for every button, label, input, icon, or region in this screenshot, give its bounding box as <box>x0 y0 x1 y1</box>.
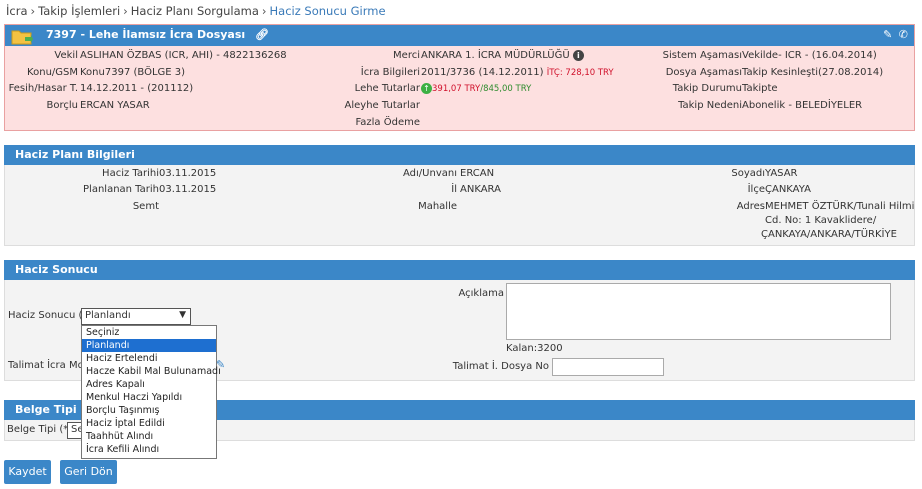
adi-label: Adı/Unvanı <box>403 168 457 179</box>
talimat-dosya-input[interactable] <box>552 358 664 376</box>
plan-header: Haciz Planı Bilgileri <box>4 145 915 165</box>
header-actions: ✎ ✆ <box>883 28 908 41</box>
breadcrumb-separator: › <box>123 4 128 18</box>
konu-value: Konu7397 (BÖLGE 3) <box>80 67 186 78</box>
breadcrumb: İcra › Takip İşlemleri › Haciz Planı Sorgula… <box>6 4 386 18</box>
ilce-value: ÇANKAYA <box>765 184 811 195</box>
save-button[interactable]: Kaydet <box>4 460 51 484</box>
aciklama-label: Açıklama <box>458 288 504 299</box>
itc-value: İTÇ: 728,10 TRY <box>546 68 614 78</box>
breadcrumb-icra[interactable]: İcra <box>6 4 28 18</box>
breadcrumb-current: Haciz Sonucu Girme <box>269 4 386 18</box>
merci-text: ANKARA 1. İCRA MÜDÜRLÜĞÜ <box>421 50 570 61</box>
haciz-sonucu-dropdown: Seçiniz Planlandı Haciz Ertelendi Hacze … <box>81 325 221 459</box>
breadcrumb-takip[interactable]: Takip İşlemleri <box>38 4 120 18</box>
dropdown-option-selected[interactable]: Planlandı <box>82 339 216 352</box>
soyadi-value: YASAR <box>765 168 798 179</box>
case-title: 7397 - Lehe İlamsız İcra Dosyası 🔗︎ <box>46 28 269 41</box>
icra-text: 2011/3736 (14.12.2011) <box>421 67 544 78</box>
icra-value: 2011/3736 (14.12.2011) İTÇ: 728,10 TRY <box>421 67 614 78</box>
dropdown-option[interactable]: Hacze Kabil Mal Bulunamadı <box>82 365 221 378</box>
adi-value: ERCAN <box>460 168 495 179</box>
haciz-tarihi-label: Haciz Tarihi <box>102 168 159 179</box>
planlanan-label: Planlanan Tarih <box>83 184 159 195</box>
dosya-label: Dosya Aşaması <box>665 67 742 78</box>
breadcrumb-separator: › <box>261 4 267 18</box>
info-icon[interactable]: i <box>572 50 584 61</box>
case-title-text: 7397 - Lehe İlamsız İcra Dosyası <box>46 28 246 41</box>
breadcrumb-sorgulama[interactable]: Haciz Planı Sorgulama <box>131 4 259 18</box>
case-summary: 7397 - Lehe İlamsız İcra Dosyası 🔗︎ ✎ ✆ … <box>4 24 915 131</box>
chevron-down-icon: ▼ <box>179 310 186 320</box>
lehe-value2: /845,00 TRY <box>480 84 532 94</box>
icra-label: İcra Bilgileri <box>360 67 420 78</box>
fesih-label: Fesih/Hasar T. <box>8 83 78 94</box>
semt-label: Semt <box>132 201 159 212</box>
durum-value: Takipte <box>742 83 778 94</box>
haciz-tarihi-value: 03.11.2015 <box>159 168 217 179</box>
planlanan-value: 03.11.2015 <box>159 184 217 195</box>
neden-value: Abonelik - BELEDİYELER <box>742 100 863 111</box>
arrow-up-icon: ↑ <box>421 83 432 94</box>
merci-value: ANKARA 1. İCRA MÜDÜRLÜĞÜ i <box>421 50 584 61</box>
soyadi-label: Soyadı <box>731 168 765 179</box>
link-icon[interactable]: 🔗︎ <box>255 28 269 41</box>
plan-body: Haciz Tarihi 03.11.2015 Planlanan Tarih … <box>4 165 915 246</box>
lehe-label: Lehe Tutarlar <box>354 83 420 94</box>
edit-icon[interactable]: ✎ <box>883 28 892 41</box>
borclu-label: Borçlu <box>46 100 78 111</box>
sonuc-header: Haciz Sonucu <box>4 260 915 280</box>
sistem-label: Sistem Aşaması <box>662 50 742 61</box>
phone-icon[interactable]: ✆ <box>899 28 908 41</box>
back-button[interactable]: Geri Dön <box>60 460 117 484</box>
adres-line1: MEHMET ÖZTÜRK/Tunali Hilmi <box>765 201 915 212</box>
dropdown-option[interactable]: Haciz Ertelendi <box>82 352 216 365</box>
talimat-md-label: Talimat İcra Md. <box>8 360 88 371</box>
durum-label: Takip Durumu <box>672 83 742 94</box>
ilce-label: İlçe <box>747 184 765 195</box>
case-header: 7397 - Lehe İlamsız İcra Dosyası 🔗︎ ✎ ✆ <box>5 25 914 46</box>
aciklama-textarea[interactable] <box>506 283 891 340</box>
fazla-label: Fazla Ödeme <box>355 117 420 128</box>
vekil-label: Vekil <box>54 50 78 61</box>
vekil-value: ASLIHAN ÖZBAS (ICR, AHI) - 4822136268 <box>80 50 287 61</box>
breadcrumb-separator: › <box>30 4 36 18</box>
borclu-value: ERCAN YASAR <box>80 100 150 111</box>
adres-line2: Cd. No: 1 Kavaklidere/ <box>765 215 877 226</box>
belge-label: Belge Tipi (*) <box>7 424 73 435</box>
lehe-value1: 391,07 TRY <box>432 84 481 94</box>
haciz-sonucu-select[interactable]: Planlandı ▼ <box>81 308 191 325</box>
dropdown-option[interactable]: Adres Kapalı <box>82 378 216 391</box>
dropdown-option[interactable]: Taahhüt Alındı <box>82 430 216 443</box>
il-value: ANKARA <box>460 184 501 195</box>
mahalle-label: Mahalle <box>418 201 457 212</box>
haciz-sonucu-selected: Planlandı <box>85 310 131 321</box>
il-label: İl <box>451 184 457 195</box>
konu-label: Konu/GSM <box>27 67 78 78</box>
dropdown-option[interactable]: Haciz İptal Edildi <box>82 417 216 430</box>
haciz-sonucu-label: Haciz Sonucu (*) <box>8 310 92 321</box>
adres-label: Adres <box>736 201 765 212</box>
dropdown-option[interactable]: Seçiniz <box>82 326 216 339</box>
dropdown-option[interactable]: İcra Kefili Alındı <box>82 443 216 456</box>
fesih-value: 14.12.2011 - (201112) <box>80 83 194 94</box>
dropdown-option[interactable]: Menkul Haczi Yapıldı <box>82 391 216 404</box>
kalan-counter: Kalan:3200 <box>506 343 563 354</box>
dosya-value: Takip Kesinleşti(27.08.2014) <box>742 67 884 78</box>
dropdown-option[interactable]: Borçlu Taşınmış <box>82 404 216 417</box>
aleyhe-label: Aleyhe Tutarlar <box>344 100 420 111</box>
lehe-value: ↑ 391,07 TRY/845,00 TRY <box>421 83 531 94</box>
talimat-dosya-label: Talimat İ. Dosya No <box>452 361 549 372</box>
merci-label: Merci <box>393 50 420 61</box>
sistem-value: Vekilde- ICR - (16.04.2014) <box>742 50 877 61</box>
adres-line3: ÇANKAYA/ANKARA/TÜRKİYE <box>761 229 897 240</box>
folder-icon <box>11 30 33 45</box>
neden-label: Takip Nedeni <box>678 100 742 111</box>
